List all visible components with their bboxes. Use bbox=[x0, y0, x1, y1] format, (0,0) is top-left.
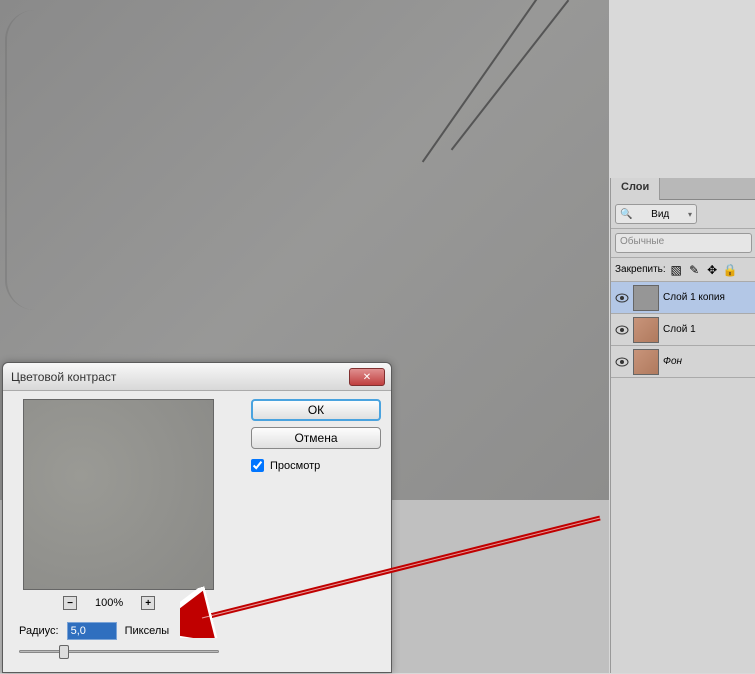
preview-checkbox-label: Просмотр bbox=[270, 460, 320, 472]
lock-transparent-icon[interactable]: ▧ bbox=[669, 262, 684, 277]
preview-image bbox=[24, 400, 213, 589]
zoom-in-button[interactable]: + bbox=[141, 596, 155, 610]
radius-slider[interactable] bbox=[19, 643, 219, 659]
layer-name[interactable]: Фон bbox=[663, 356, 682, 367]
close-icon: ✕ bbox=[363, 372, 371, 383]
slider-track bbox=[19, 650, 219, 653]
lock-row: Закрепить: ▧ ✎ ✥ 🔒 bbox=[611, 258, 755, 282]
high-pass-dialog: Цветовой контраст ✕ − 100% + ОК Отмена П… bbox=[2, 362, 392, 673]
blend-mode-select[interactable]: Обычные bbox=[615, 233, 752, 253]
close-button[interactable]: ✕ bbox=[349, 368, 385, 386]
lock-all-icon[interactable]: 🔒 bbox=[723, 262, 738, 277]
layer-filter-label: Вид bbox=[651, 209, 669, 220]
visibility-icon[interactable] bbox=[615, 323, 629, 337]
layer-item[interactable]: Фон bbox=[611, 346, 755, 378]
plus-icon: + bbox=[145, 598, 151, 609]
visibility-icon[interactable] bbox=[615, 355, 629, 369]
tab-layers[interactable]: Слои bbox=[611, 178, 660, 200]
visibility-icon[interactable] bbox=[615, 291, 629, 305]
preview-checkbox-row[interactable]: Просмотр bbox=[251, 459, 381, 472]
zoom-percent: 100% bbox=[95, 597, 123, 609]
layer-thumbnail[interactable] bbox=[633, 285, 659, 311]
slider-thumb[interactable] bbox=[59, 645, 69, 659]
layer-name[interactable]: Слой 1 bbox=[663, 324, 696, 335]
layer-thumbnail[interactable] bbox=[633, 317, 659, 343]
ok-button[interactable]: ОК bbox=[251, 399, 381, 421]
radius-row: Радиус: Пикселы bbox=[19, 622, 169, 640]
cancel-button[interactable]: Отмена bbox=[251, 427, 381, 449]
layer-name[interactable]: Слой 1 копия bbox=[663, 292, 725, 303]
layers-panel: Слои 🔍 Вид Обычные Закрепить: ▧ ✎ ✥ 🔒 Сл… bbox=[610, 178, 755, 673]
minus-icon: − bbox=[67, 598, 73, 609]
layer-item[interactable]: Слой 1 bbox=[611, 314, 755, 346]
face-profile-detail bbox=[5, 10, 85, 390]
radius-unit: Пикселы bbox=[125, 625, 170, 637]
panel-tab-row: Слои bbox=[611, 178, 755, 200]
dialog-body: − 100% + ОК Отмена Просмотр Радиус: Пикс… bbox=[3, 391, 391, 674]
hair-detail bbox=[419, 0, 609, 160]
layer-thumbnail[interactable] bbox=[633, 349, 659, 375]
layer-filter-row: 🔍 Вид bbox=[611, 200, 755, 229]
radius-input[interactable] bbox=[67, 622, 117, 640]
lock-brush-icon[interactable]: ✎ bbox=[687, 262, 702, 277]
lock-position-icon[interactable]: ✥ bbox=[705, 262, 720, 277]
blend-mode-row: Обычные bbox=[611, 229, 755, 258]
dialog-buttons: ОК Отмена Просмотр bbox=[251, 399, 381, 472]
lock-label: Закрепить: bbox=[615, 264, 666, 275]
filter-preview[interactable] bbox=[23, 399, 214, 590]
search-icon: 🔍 bbox=[620, 209, 632, 220]
layer-filter-dropdown[interactable]: 🔍 Вид bbox=[615, 204, 697, 224]
zoom-out-button[interactable]: − bbox=[63, 596, 77, 610]
dialog-title: Цветовой контраст bbox=[11, 370, 116, 384]
layer-item[interactable]: Слой 1 копия bbox=[611, 282, 755, 314]
dialog-titlebar[interactable]: Цветовой контраст ✕ bbox=[3, 363, 391, 391]
radius-label: Радиус: bbox=[19, 625, 59, 637]
preview-checkbox[interactable] bbox=[251, 459, 264, 472]
zoom-controls: − 100% + bbox=[63, 596, 155, 610]
